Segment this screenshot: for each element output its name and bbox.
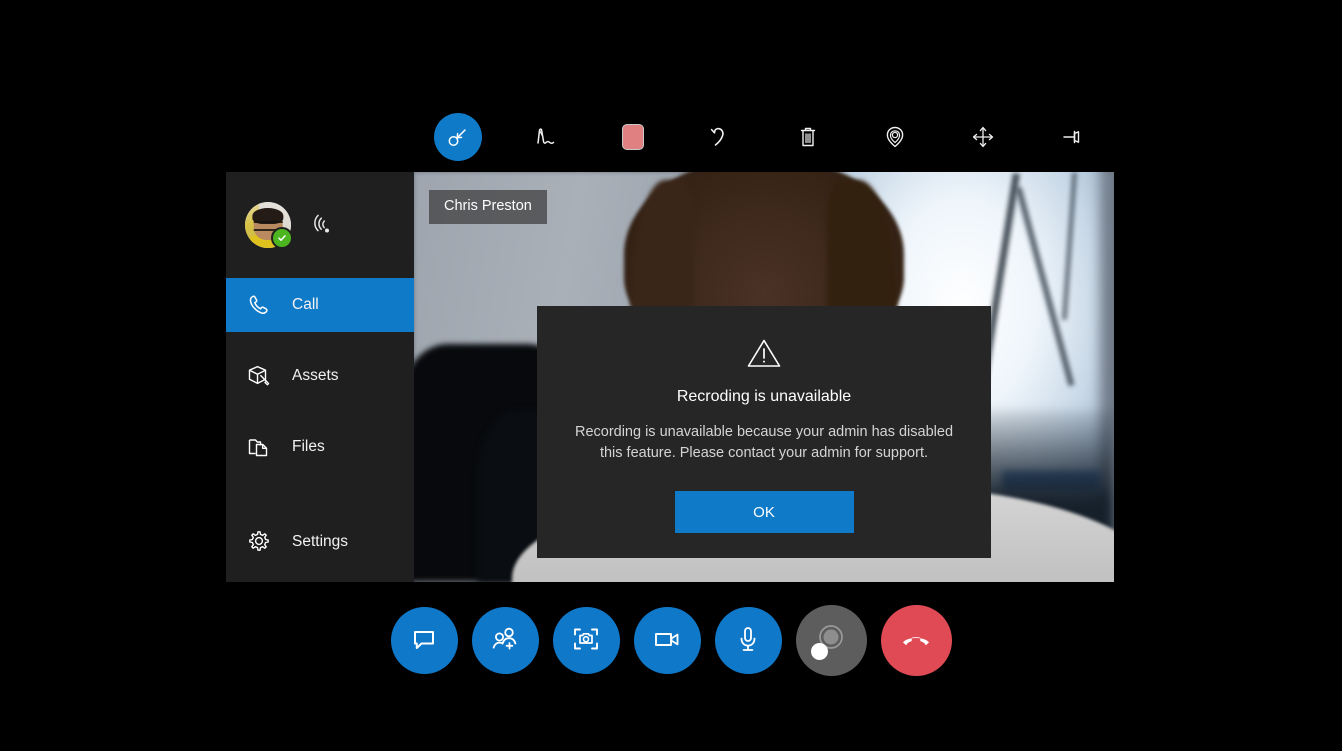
assets-box-icon <box>246 363 276 389</box>
video-button[interactable] <box>634 607 701 674</box>
profile-section <box>226 172 414 278</box>
color-tool-button[interactable] <box>589 109 677 165</box>
sidebar-item-assets-label: Assets <box>292 368 339 384</box>
chat-button[interactable] <box>391 607 458 674</box>
end-call-icon <box>899 627 933 654</box>
warning-triangle-icon <box>746 337 782 374</box>
pin-tool-button[interactable] <box>1027 109 1115 165</box>
add-people-button[interactable] <box>472 607 539 674</box>
undo-tool-button[interactable] <box>677 109 765 165</box>
signal-strength-icon <box>308 212 334 238</box>
sidebar-item-files[interactable]: Files <box>226 420 414 474</box>
end-call-button[interactable] <box>881 605 952 676</box>
sidebar-item-call-label: Call <box>292 297 319 313</box>
presence-available-badge <box>271 227 293 249</box>
sidebar-item-files-label: Files <box>292 439 325 455</box>
chat-bubble-icon <box>409 624 439 657</box>
recording-unavailable-dialog: Recroding is unavailable Recording is un… <box>537 306 991 558</box>
video-camera-icon <box>651 626 683 655</box>
gear-icon <box>246 529 276 555</box>
phone-icon <box>246 292 276 318</box>
anchor-tool-button[interactable] <box>852 109 940 165</box>
avatar[interactable] <box>245 202 291 248</box>
files-folder-icon <box>246 434 276 460</box>
move-tool-button[interactable] <box>939 109 1027 165</box>
participant-name-label: Chris Preston <box>429 190 547 224</box>
call-controls-bar <box>0 600 1342 680</box>
record-button[interactable] <box>796 605 867 676</box>
sidebar: Call Assets <box>226 172 414 582</box>
dialog-ok-button[interactable]: OK <box>675 491 854 533</box>
pushpin-icon <box>1056 124 1084 150</box>
ink-tool-button[interactable] <box>502 109 590 165</box>
capture-button[interactable] <box>553 607 620 674</box>
sidebar-item-assets[interactable]: Assets <box>226 349 414 403</box>
location-pin-icon <box>881 123 909 151</box>
sidebar-item-call[interactable]: Call <box>226 278 414 332</box>
record-indicator-dot <box>811 643 828 660</box>
annotation-toolbar <box>414 108 1114 166</box>
delete-tool-button[interactable] <box>764 109 852 165</box>
select-tool-button[interactable] <box>414 109 502 165</box>
microphone-button[interactable] <box>715 607 782 674</box>
camera-capture-icon <box>570 624 602 657</box>
undo-icon <box>706 123 734 151</box>
sidebar-item-settings-label: Settings <box>292 534 348 550</box>
color-swatch-icon <box>622 124 644 150</box>
app-root: Call Assets <box>0 0 1342 751</box>
sidebar-item-settings[interactable]: Settings <box>226 515 414 569</box>
sidebar-nav: Call Assets <box>226 278 414 569</box>
dialog-title: Recroding is unavailable <box>677 389 851 405</box>
cursor-select-icon <box>445 124 471 150</box>
dialog-message: Recording is unavailable because your ad… <box>574 422 954 463</box>
add-person-icon <box>489 624 521 657</box>
pen-icon <box>530 123 560 151</box>
microphone-icon <box>735 623 761 658</box>
trash-icon <box>796 123 820 151</box>
move-arrows-icon <box>970 124 996 150</box>
